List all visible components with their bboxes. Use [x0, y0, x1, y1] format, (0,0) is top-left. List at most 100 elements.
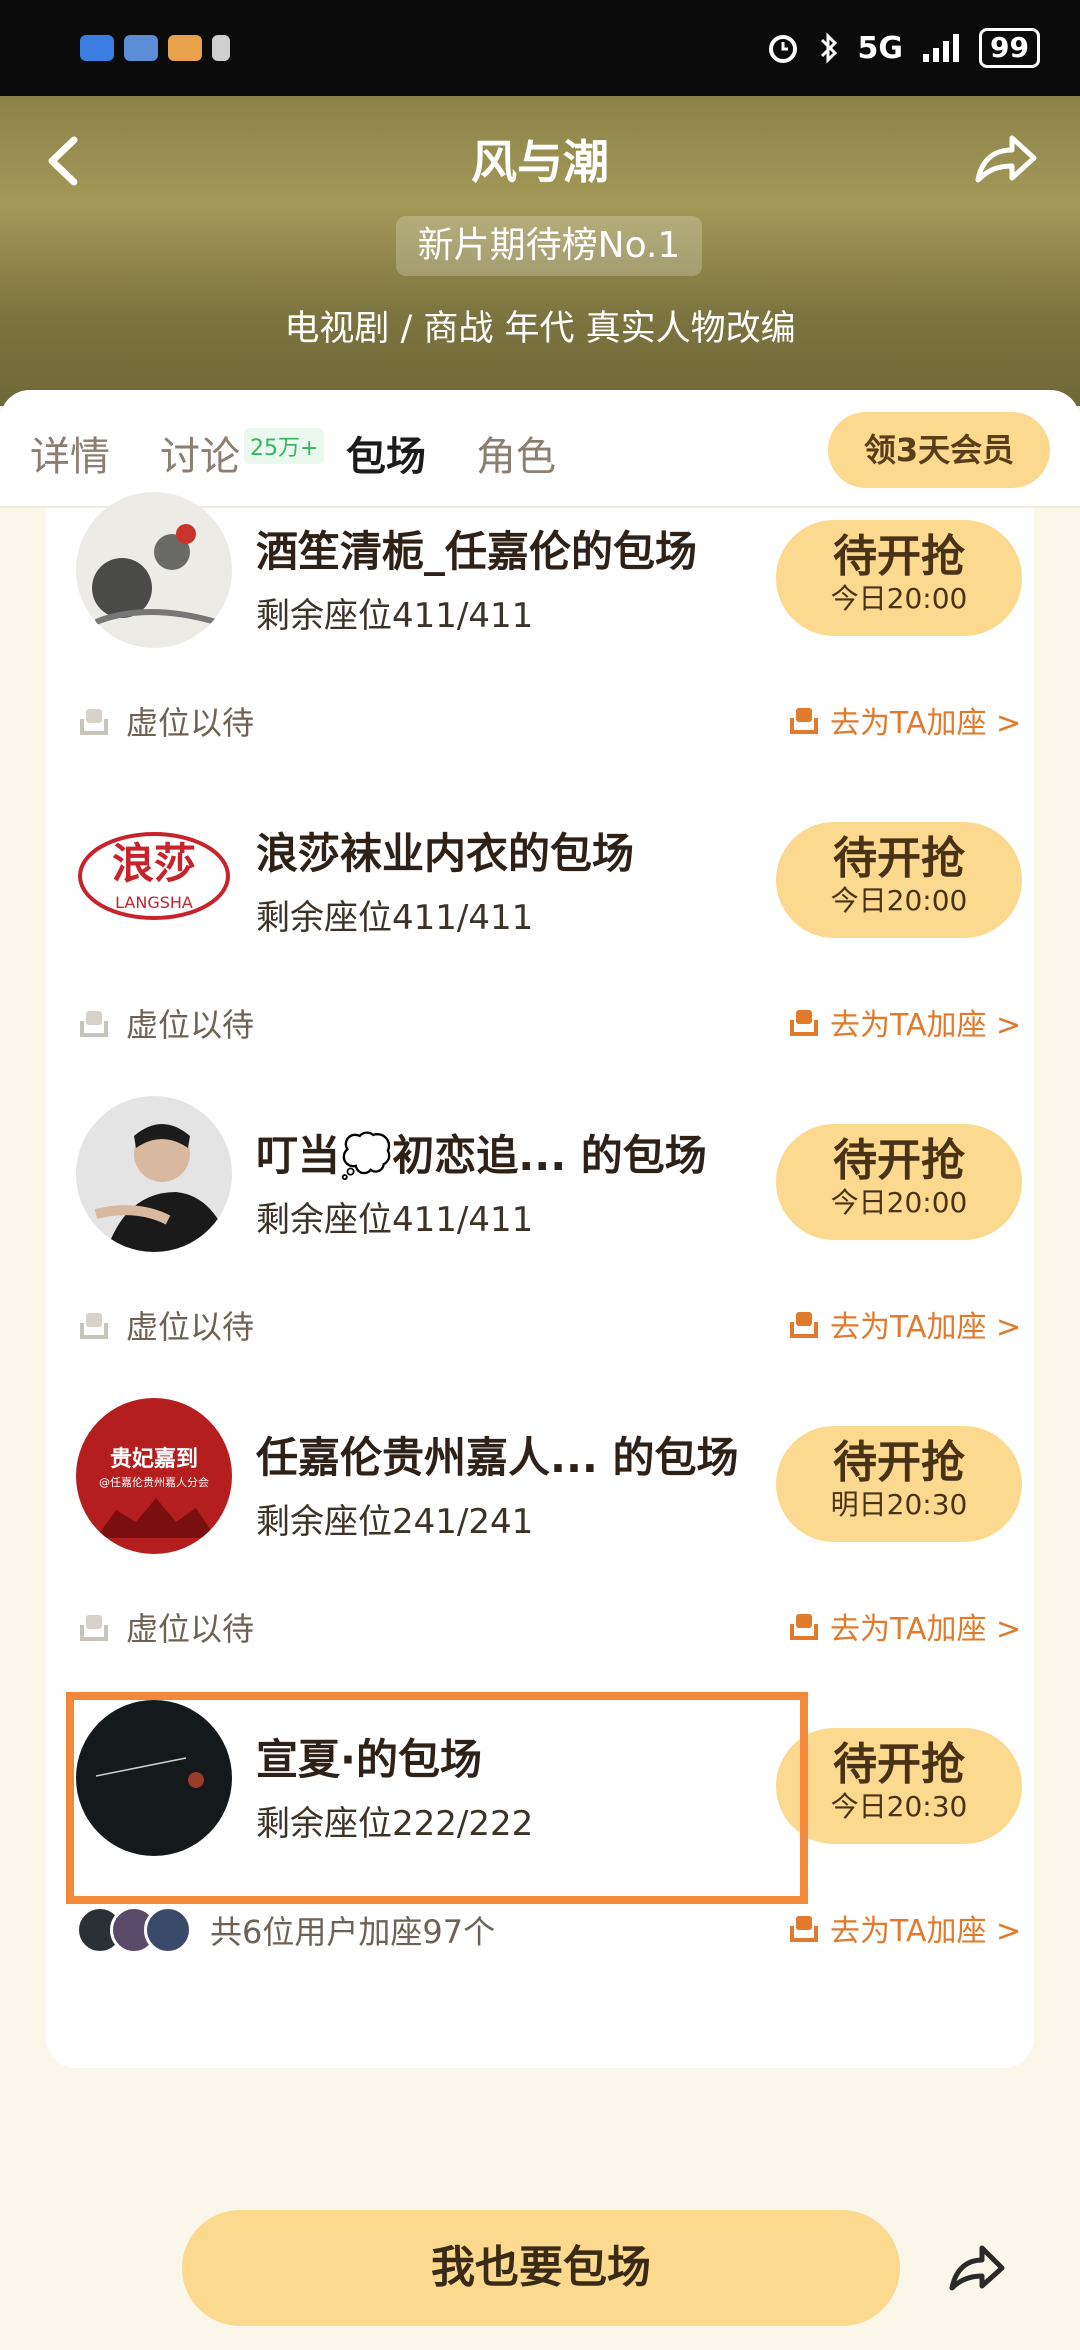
page-title: 风与潮 — [471, 135, 609, 189]
seat-icon — [790, 1916, 818, 1942]
tab-discussion[interactable]: 讨论 — [160, 424, 240, 482]
item-title: 酒笙清栀_任嘉伦的包场 — [256, 527, 698, 576]
app-notification-icon — [212, 35, 230, 61]
grab-button[interactable]: 待开抢 今日20:00 — [776, 822, 1022, 938]
ink-painting-avatar — [76, 492, 232, 648]
rank-badge[interactable]: 新片期待榜No.1 — [396, 216, 702, 276]
seat-status-text: 虚位以待 — [126, 1308, 255, 1346]
remaining-seats: 剩余座位411/411 — [256, 898, 534, 938]
grab-label: 待开抢 — [833, 531, 965, 582]
list-item[interactable]: 贵妃嘉到 @任嘉伦贵州嘉人分会 任嘉伦贵州嘉人... 的包场 剩余座位241/2… — [46, 1398, 1034, 1714]
add-seat-text: 去为TA加座 > — [830, 706, 1022, 741]
grab-time: 今日20:00 — [830, 884, 968, 917]
list-item[interactable]: 叮当💭初恋追... 的包场 剩余座位411/411 待开抢 今日20:00 虚位… — [46, 1096, 1034, 1412]
content-card: 详情 讨论 25万+ 包场 角色 领3天会员 酒笙清栀_任嘉伦的包场 剩余座位4… — [0, 390, 1080, 2180]
app-notification-icon — [124, 35, 158, 61]
discussion-count-badge: 25万+ — [244, 428, 325, 464]
highlight-box — [66, 1692, 808, 1904]
system-indicators: 5G 99 — [766, 28, 1040, 68]
avatar[interactable]: 贵妃嘉到 @任嘉伦贵州嘉人分会 — [76, 1398, 232, 1554]
avatar[interactable] — [76, 492, 232, 648]
tab-roles[interactable]: 角色 — [476, 424, 556, 482]
add-seat-text: 去为TA加座 > — [830, 1914, 1022, 1949]
seat-status-text: 虚位以待 — [126, 704, 255, 742]
grab-time: 今日20:00 — [830, 582, 968, 615]
tab-details[interactable]: 详情 — [30, 424, 110, 482]
share-icon — [975, 135, 1037, 183]
add-seat-link[interactable]: 去为TA加座 > — [786, 1906, 1021, 1950]
seat-supporters: 共6位用户加座97个 — [76, 1906, 495, 1954]
alarm-icon — [768, 35, 797, 63]
create-screening-button[interactable]: 我也要包场 — [182, 2210, 900, 2326]
seat-status-text: 虚位以待 — [126, 1006, 255, 1044]
grab-button[interactable]: 待开抢 今日20:00 — [776, 1124, 1022, 1240]
supporter-avatars — [76, 1906, 192, 1954]
grab-button[interactable]: 待开抢 今日20:30 — [776, 1728, 1022, 1844]
grab-time: 明日20:30 — [830, 1488, 968, 1521]
genre-tags: 电视剧 / 商战 年代 真实人物改编 — [284, 309, 796, 349]
item-title: 叮当💭初恋追... 的包场 — [256, 1131, 707, 1180]
seat-status: 虚位以待 — [76, 1000, 254, 1046]
signal-icon — [923, 34, 960, 62]
app-notification-icon — [80, 35, 114, 61]
svg-text:贵妃嘉到: 贵妃嘉到 — [110, 1446, 198, 1472]
avatar — [144, 1906, 192, 1954]
svg-text:浪莎: 浪莎 — [112, 839, 196, 888]
battery-level: 99 — [979, 28, 1040, 68]
grab-label: 待开抢 — [833, 1739, 965, 1790]
remaining-seats: 剩余座位241/241 — [256, 1502, 534, 1542]
remaining-seats: 剩余座位411/411 — [256, 596, 534, 636]
fan-club-avatar: 贵妃嘉到 @任嘉伦贵州嘉人分会 — [76, 1398, 232, 1554]
status-bar: 5G 99 — [0, 0, 1080, 96]
tab-bar: 详情 讨论 25万+ 包场 角色 领3天会员 — [0, 390, 1080, 508]
tab-screening[interactable]: 包场 — [346, 424, 426, 482]
grab-label: 待开抢 — [833, 1135, 965, 1186]
add-seat-link[interactable]: 去为TA加座 > — [786, 1604, 1021, 1648]
item-title: 浪莎袜业内衣的包场 — [256, 829, 635, 878]
add-seat-text: 去为TA加座 > — [830, 1612, 1022, 1647]
seat-status: 虚位以待 — [76, 698, 254, 744]
grab-label: 待开抢 — [833, 1437, 965, 1488]
seat-status: 虚位以待 — [76, 1604, 254, 1650]
list-item[interactable]: 酒笙清栀_任嘉伦的包场 剩余座位411/411 待开抢 今日20:00 虚位以待… — [46, 492, 1034, 808]
seat-status: 虚位以待 — [76, 1302, 254, 1348]
seat-icon — [80, 709, 108, 735]
svg-text:LANGSHA: LANGSHA — [115, 893, 193, 912]
add-seat-link[interactable]: 去为TA加座 > — [786, 1000, 1021, 1044]
add-seat-text: 去为TA加座 > — [830, 1310, 1022, 1345]
grab-time: 今日20:00 — [830, 1186, 968, 1219]
seat-status-text: 虚位以待 — [126, 1610, 255, 1648]
list-item[interactable]: 浪莎 LANGSHA 浪莎袜业内衣的包场 剩余座位411/411 待开抢 今日2… — [46, 794, 1034, 1110]
app-notification-icon — [168, 35, 202, 61]
portrait-avatar — [76, 1096, 232, 1252]
share-button[interactable] — [944, 2236, 1010, 2302]
seat-icon — [790, 1312, 818, 1338]
supporter-count-text: 共6位用户加座97个 — [210, 1913, 496, 1951]
langsha-logo: 浪莎 LANGSHA — [78, 832, 230, 920]
seat-icon — [790, 1614, 818, 1640]
grab-button[interactable]: 待开抢 今日20:00 — [776, 520, 1022, 636]
seat-icon — [80, 1011, 108, 1037]
seat-icon — [80, 1615, 108, 1641]
item-title: 任嘉伦贵州嘉人... 的包场 — [256, 1433, 739, 1482]
add-seat-link[interactable]: 去为TA加座 > — [786, 1302, 1021, 1346]
bottom-bar: 我也要包场 — [0, 2180, 1080, 2350]
grab-label: 待开抢 — [833, 833, 965, 884]
bluetooth-icon — [820, 32, 837, 64]
grab-button[interactable]: 待开抢 明日20:30 — [776, 1426, 1022, 1542]
share-icon — [949, 2245, 1005, 2291]
header: 风与潮 新片期待榜No.1 电视剧 / 商战 年代 真实人物改编 — [0, 96, 1080, 406]
network-type: 5G — [857, 30, 904, 66]
notification-icons — [80, 35, 230, 61]
share-button[interactable] — [968, 122, 1044, 198]
svg-text:@任嘉伦贵州嘉人分会: @任嘉伦贵州嘉人分会 — [99, 1475, 209, 1489]
seat-icon — [80, 1313, 108, 1339]
claim-vip-button[interactable]: 领3天会员 — [828, 412, 1050, 488]
avatar[interactable] — [76, 1096, 232, 1252]
add-seat-link[interactable]: 去为TA加座 > — [786, 698, 1021, 742]
seat-icon — [790, 708, 818, 734]
remaining-seats: 剩余座位411/411 — [256, 1200, 534, 1240]
seat-icon — [790, 1010, 818, 1036]
add-seat-text: 去为TA加座 > — [830, 1008, 1022, 1043]
avatar[interactable]: 浪莎 LANGSHA — [76, 794, 232, 950]
